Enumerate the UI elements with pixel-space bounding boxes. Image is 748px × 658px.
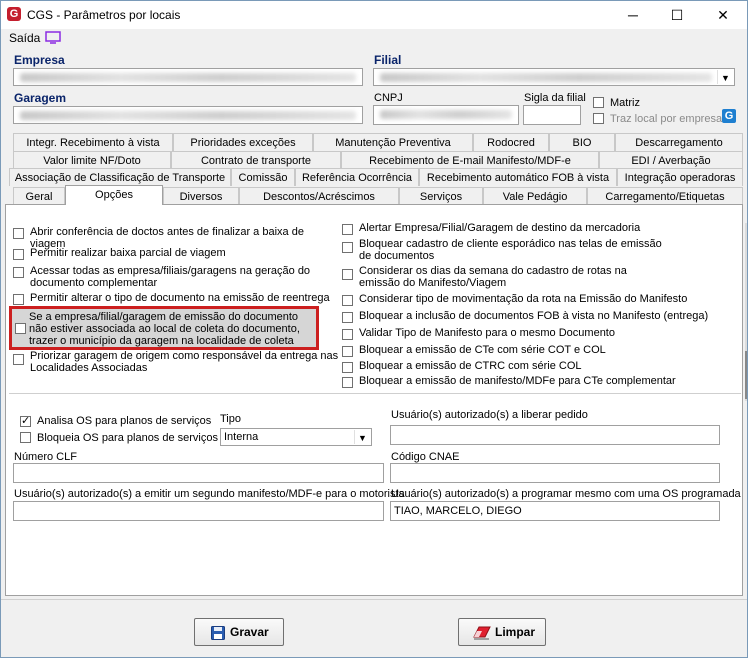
tab-prioridades[interactable]: Prioridades exceções xyxy=(173,133,313,151)
tab-bio[interactable]: BIO xyxy=(549,133,615,151)
usuarios-os-label: Usuário(s) autorizado(s) a programar mes… xyxy=(391,488,741,500)
tab-diversos[interactable]: Diversos xyxy=(163,187,239,205)
tab-integracao-operadoras[interactable]: Integração operadoras xyxy=(617,168,743,186)
gravar-label: Gravar xyxy=(230,625,269,639)
checkbox[interactable] xyxy=(342,362,353,373)
numero-clf-label: Número CLF xyxy=(14,451,77,463)
tab-opcoes[interactable]: Opções xyxy=(65,185,163,205)
tab-recebimento-fob[interactable]: Recebimento automático FOB à vista xyxy=(419,168,617,186)
filial-label: Filial xyxy=(374,53,402,67)
tipo-value: Interna xyxy=(224,431,259,443)
checkbox[interactable] xyxy=(13,249,24,260)
numero-clf-field[interactable] xyxy=(13,463,384,483)
cnpj-label: CNPJ xyxy=(374,92,403,104)
checkbox[interactable] xyxy=(342,295,353,306)
empresa-label: Empresa xyxy=(14,53,65,67)
usuarios-pedido-label: Usuário(s) autorizado(s) a liberar pedid… xyxy=(391,409,588,421)
tab-integr-recebimento[interactable]: Integr. Recebimento à vista xyxy=(13,133,173,151)
matriz-label: Matriz xyxy=(610,97,640,109)
checkbox[interactable] xyxy=(13,294,24,305)
garagem-label: Garagem xyxy=(14,91,67,105)
app-logo-icon: G xyxy=(7,7,21,21)
checkbox[interactable] xyxy=(13,267,24,278)
analisa-os-label: Analisa OS para planos de serviços xyxy=(37,415,212,427)
codigo-cnae-field[interactable] xyxy=(390,463,720,483)
sigla-field[interactable] xyxy=(523,105,581,125)
usuarios-manifesto-field[interactable] xyxy=(13,501,384,521)
window-title: CGS - Parâmetros por locais xyxy=(27,8,181,22)
minimize-button[interactable]: ─ xyxy=(611,1,655,29)
g-badge-icon[interactable]: G xyxy=(722,109,736,123)
tab-carregamento[interactable]: Carregamento/Etiquetas xyxy=(587,187,743,205)
tipo-select[interactable]: Interna ▼ xyxy=(220,428,372,446)
tab-servicos[interactable]: Serviços xyxy=(399,187,483,205)
gravar-button[interactable]: Gravar xyxy=(194,618,284,646)
usuarios-os-value: TIAO, MARCELO, DIEGO xyxy=(394,505,522,517)
bloqueia-os-checkbox[interactable] xyxy=(20,432,31,443)
tab-associacao[interactable]: Associação de Classificação de Transport… xyxy=(9,168,231,186)
eraser-icon xyxy=(473,626,491,640)
sigla-label: Sigla da filial xyxy=(524,92,586,104)
checkbox[interactable] xyxy=(342,346,353,357)
traz-local-checkbox[interactable] xyxy=(593,113,604,124)
tab-referencia[interactable]: Referência Ocorrência xyxy=(295,168,419,186)
tab-manutencao[interactable]: Manutenção Preventiva xyxy=(313,133,473,151)
title-bar: G CGS - Parâmetros por locais ─ ☐ ✕ xyxy=(1,1,747,29)
bloqueia-os-label: Bloqueia OS para planos de serviços xyxy=(37,432,218,444)
limpar-button[interactable]: Limpar xyxy=(458,618,546,646)
tab-edi[interactable]: EDI / Averbação xyxy=(599,151,743,169)
usuarios-pedido-field[interactable] xyxy=(390,425,720,445)
checkbox[interactable] xyxy=(13,228,24,239)
tab-rodocred[interactable]: Rodocred xyxy=(473,133,549,151)
checkbox[interactable] xyxy=(342,312,353,323)
checkbox[interactable] xyxy=(342,329,353,340)
menu-saida[interactable]: Saída xyxy=(9,31,40,45)
monitor-icon[interactable] xyxy=(45,31,61,44)
menu-bar: Saída xyxy=(1,29,747,49)
analisa-os-checkbox[interactable] xyxy=(20,414,31,427)
tab-comissao[interactable]: Comissão xyxy=(231,168,295,186)
tab-descontos[interactable]: Descontos/Acréscimos xyxy=(239,187,399,205)
checkbox[interactable] xyxy=(13,354,24,365)
checkbox[interactable] xyxy=(342,224,353,235)
usuarios-os-field[interactable]: TIAO, MARCELO, DIEGO xyxy=(390,501,720,521)
filial-select[interactable]: ▼ xyxy=(373,68,735,86)
chevron-down-icon[interactable]: ▼ xyxy=(717,70,733,84)
garagem-field[interactable] xyxy=(13,106,363,124)
chevron-down-icon[interactable]: ▼ xyxy=(354,430,370,444)
main-window: G CGS - Parâmetros por locais ─ ☐ ✕ Saíd… xyxy=(0,0,748,658)
empresa-field[interactable] xyxy=(13,68,363,86)
divider xyxy=(9,393,741,394)
tab-recebimento-email[interactable]: Recebimento de E-mail Manifesto/MDF-e xyxy=(341,151,599,169)
codigo-cnae-label: Código CNAE xyxy=(391,451,460,463)
close-button[interactable]: ✕ xyxy=(701,1,745,29)
footer-divider xyxy=(1,599,747,600)
options-panel xyxy=(5,204,743,596)
maximize-button[interactable]: ☐ xyxy=(655,1,699,29)
tab-valor-limite[interactable]: Valor limite NF/Doto xyxy=(13,151,171,169)
checkbox[interactable] xyxy=(342,377,353,388)
limpar-label: Limpar xyxy=(495,625,536,639)
floppy-disk-icon xyxy=(211,626,225,640)
tab-vale-pedagio[interactable]: Vale Pedágio xyxy=(483,187,587,205)
scrollbar-thumb[interactable] xyxy=(745,351,747,399)
cnpj-field[interactable] xyxy=(373,105,519,125)
usuarios-manifesto-label: Usuário(s) autorizado(s) a emitir um seg… xyxy=(14,488,405,500)
checkbox[interactable] xyxy=(342,269,353,280)
matriz-checkbox[interactable] xyxy=(593,97,604,108)
traz-local-label: Traz local por empresa xyxy=(610,113,723,125)
tab-geral[interactable]: Geral xyxy=(13,187,65,205)
tab-descarregamento[interactable]: Descarregamento xyxy=(615,133,743,151)
tab-contrato[interactable]: Contrato de transporte xyxy=(171,151,341,169)
checkbox[interactable] xyxy=(342,242,353,253)
checkbox[interactable] xyxy=(15,323,26,334)
tipo-label: Tipo xyxy=(220,413,241,425)
